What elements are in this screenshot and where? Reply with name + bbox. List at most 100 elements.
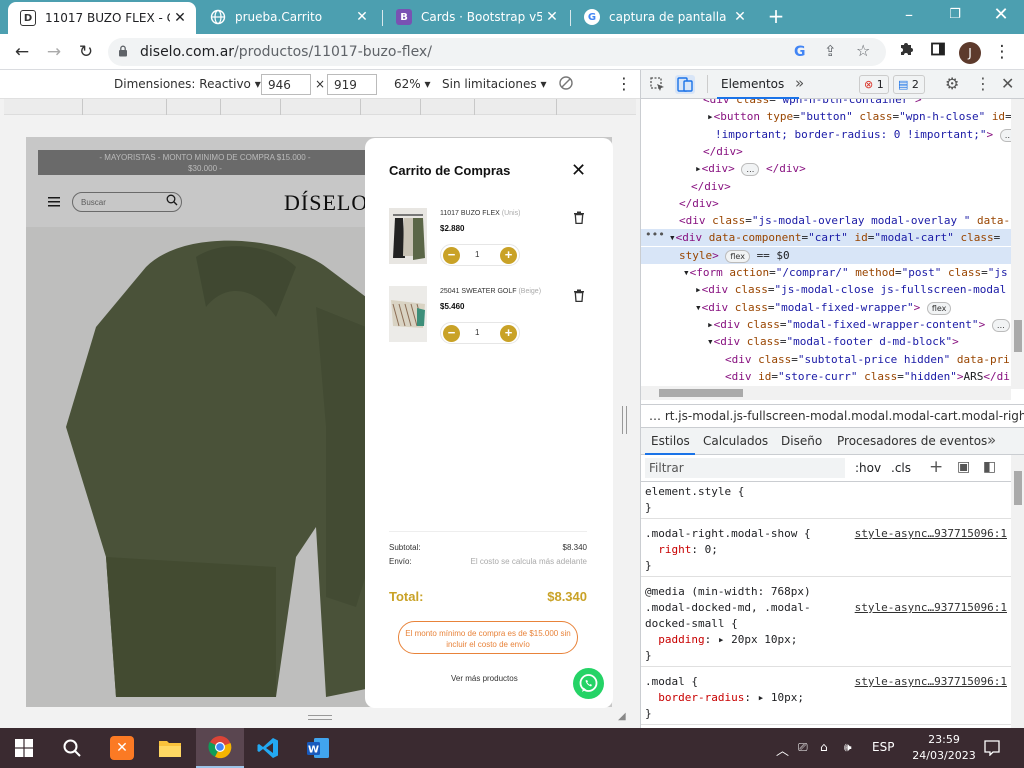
more-tabs-icon[interactable]: » — [795, 74, 804, 92]
css-rule-line[interactable]: .modal { — [645, 674, 698, 690]
tab-calculados[interactable]: Calculados — [703, 434, 768, 448]
css-rule-line[interactable]: @media (min-width: 768px) — [645, 584, 811, 600]
scroll-thumb[interactable] — [1014, 471, 1022, 505]
corner-resize-icon[interactable]: ◢ — [618, 711, 626, 722]
devtools-menu-icon[interactable]: ⋮ — [975, 74, 991, 93]
meet-now-icon[interactable]: ⎚ — [798, 740, 808, 755]
gear-icon[interactable]: ⚙ — [945, 74, 959, 93]
dom-breadcrumb[interactable]: … rt.js-modal.js-fullscreen-modal.modal.… — [641, 404, 1024, 428]
new-rule-icon[interactable]: + — [929, 457, 943, 477]
tab-diseno[interactable]: Diseño — [781, 434, 822, 448]
throttle-dropdown[interactable]: Sin limitaciones ▾ — [442, 77, 546, 91]
dom-node-line[interactable]: ▸<button type="button" class="wpn-h-clos… — [641, 108, 1011, 125]
tab-prueba-carrito[interactable]: prueba.Carrito ✕ — [198, 0, 378, 34]
css-rule-line[interactable]: border-radius: ▸ 10px; — [645, 690, 804, 706]
dom-node-line[interactable]: <div class="wpn-h-btn-container"> — [641, 99, 1011, 108]
decrease-quantity-button[interactable]: − — [443, 247, 460, 264]
stylesheet-source-link[interactable]: style-async…937715096:1 — [855, 674, 1007, 690]
quantity-value[interactable]: 1 — [475, 328, 479, 337]
inspect-element-icon[interactable] — [650, 77, 665, 95]
browser-menu-icon[interactable]: ⋮ — [990, 40, 1014, 64]
more-products-link[interactable]: Ver más productos — [451, 674, 518, 683]
increase-quantity-button[interactable]: + — [500, 247, 517, 264]
address-bar[interactable]: diselo.com.ar/productos/11017-buzo-flex/… — [108, 38, 886, 66]
dom-node-line[interactable]: <div id="store-curr" class="hidden">ARS<… — [641, 368, 1011, 385]
network-icon[interactable]: ⌂ — [820, 740, 828, 754]
stylesheet-source-link[interactable]: style-async…937715096:1 — [855, 600, 1007, 616]
tab-estilos[interactable]: Estilos — [651, 434, 690, 448]
dom-node-line[interactable]: </div> — [641, 178, 1011, 195]
tab-elements[interactable]: Elementos — [721, 77, 784, 91]
dom-node-line[interactable]: !important; border-radius: 0 !important;… — [641, 126, 1011, 143]
restore-button[interactable]: ❐ — [932, 0, 978, 30]
notifications-icon[interactable] — [984, 740, 1000, 759]
cls-toggle[interactable]: .cls — [891, 461, 911, 475]
messages-counter[interactable]: ▤ 2 — [893, 75, 925, 94]
dom-node-line[interactable]: <div class="js-modal-overlay modal-overl… — [641, 212, 1011, 229]
dom-horizontal-scrollbar[interactable] — [641, 386, 1011, 400]
windows-start-icon[interactable] — [0, 728, 48, 768]
quantity-value[interactable]: 1 — [475, 250, 479, 259]
xampp-icon[interactable]: ✕ — [98, 728, 146, 768]
dom-node-line[interactable]: ▸<div> … </div> — [641, 160, 1011, 177]
decrease-quantity-button[interactable]: − — [443, 325, 460, 342]
trash-icon[interactable] — [573, 289, 585, 303]
dom-node-line[interactable]: ▾<div data-component="cart" id="modal-ca… — [641, 229, 1011, 247]
forward-arrow-icon[interactable]: → — [42, 40, 66, 64]
viewport-height-input[interactable]: 919 — [327, 74, 377, 95]
css-rule-line[interactable]: } — [645, 558, 652, 574]
bookmark-star-icon[interactable]: ☆ — [856, 41, 870, 60]
device-toggle-icon[interactable] — [675, 75, 695, 94]
dom-node-line[interactable]: ▾<div class="modal-fixed-wrapper"> flex — [641, 299, 1011, 316]
clock[interactable]: 23:59 24/03/2023 — [912, 732, 976, 764]
h-scroll-thumb[interactable] — [659, 389, 743, 397]
device-more-icon[interactable]: ⋮ — [616, 74, 632, 93]
tab-bootstrap-cards[interactable]: B Cards · Bootstrap v5.2 ✕ — [384, 0, 568, 34]
styles-filter-input[interactable]: Filtrar — [645, 458, 845, 478]
tab-buzo-flex[interactable]: D 11017 BUZO FLEX - Có ✕ — [8, 2, 196, 34]
extensions-puzzle-icon[interactable] — [894, 40, 918, 64]
node-actions-icon[interactable]: ••• — [645, 228, 665, 241]
profile-avatar[interactable]: J — [959, 42, 981, 64]
word-icon[interactable]: W — [294, 728, 342, 768]
close-tab-icon[interactable]: ✕ — [352, 9, 372, 25]
chrome-icon[interactable] — [196, 728, 244, 768]
dom-node-line[interactable]: ▸<div class="js-modal-close js-fullscree… — [641, 281, 1011, 298]
dom-node-line[interactable]: ▾<form action="/comprar/" method="post" … — [641, 264, 1011, 281]
errors-counter[interactable]: ⊗ 1 — [859, 75, 889, 94]
dom-node-line[interactable]: <div class="subtotal-price hidden" data-… — [641, 351, 1011, 368]
increase-quantity-button[interactable]: + — [500, 325, 517, 342]
viewport-resize-handle[interactable] — [622, 406, 627, 434]
close-tab-icon[interactable]: ✕ — [730, 9, 750, 25]
css-rule-line[interactable]: element.style { — [645, 484, 744, 500]
paint-icon[interactable]: ▣ — [957, 459, 970, 475]
dimensions-dropdown[interactable]: Dimensiones: Reactivo ▾ — [114, 77, 261, 91]
viewport-width-input[interactable]: 946 — [261, 74, 311, 95]
css-rule-line[interactable]: } — [645, 706, 652, 722]
tab-event-listeners[interactable]: Procesadores de eventos — [837, 434, 987, 448]
css-rule-line[interactable]: } — [645, 648, 652, 664]
zoom-dropdown[interactable]: 62% ▾ — [394, 77, 431, 91]
search-icon[interactable] — [48, 728, 96, 768]
file-explorer-icon[interactable] — [146, 728, 194, 768]
close-window-button[interactable]: ✕ — [978, 0, 1024, 30]
minimize-button[interactable]: – — [886, 0, 932, 30]
scroll-thumb[interactable] — [1014, 320, 1022, 352]
share-icon[interactable]: ⇪ — [824, 42, 837, 60]
css-rule-line[interactable]: docked-small { — [645, 616, 738, 632]
tab-google-search[interactable]: G captura de pantalla win ✕ — [572, 0, 756, 34]
rotate-icon[interactable] — [558, 75, 574, 94]
styles-scrollbar[interactable] — [1011, 455, 1024, 728]
side-panel-icon[interactable] — [926, 40, 950, 64]
stylesheet-source-link[interactable]: style-async…937715096:1 — [855, 526, 1007, 542]
close-tab-icon[interactable]: ✕ — [170, 10, 190, 26]
bottom-resize-handle[interactable] — [308, 715, 332, 720]
new-tab-button[interactable]: + — [764, 6, 788, 28]
dom-node-line[interactable]: style> flex == $0 — [641, 246, 1011, 264]
more-tabs-icon[interactable]: » — [987, 431, 996, 449]
language-indicator[interactable]: ESP — [872, 740, 894, 754]
dom-node-line[interactable]: ▸<div class="modal-fixed-wrapper-content… — [641, 316, 1011, 333]
close-icon[interactable]: ✕ — [571, 160, 586, 181]
css-rule-line[interactable]: } — [645, 500, 652, 516]
dom-scrollbar[interactable] — [1011, 99, 1024, 389]
